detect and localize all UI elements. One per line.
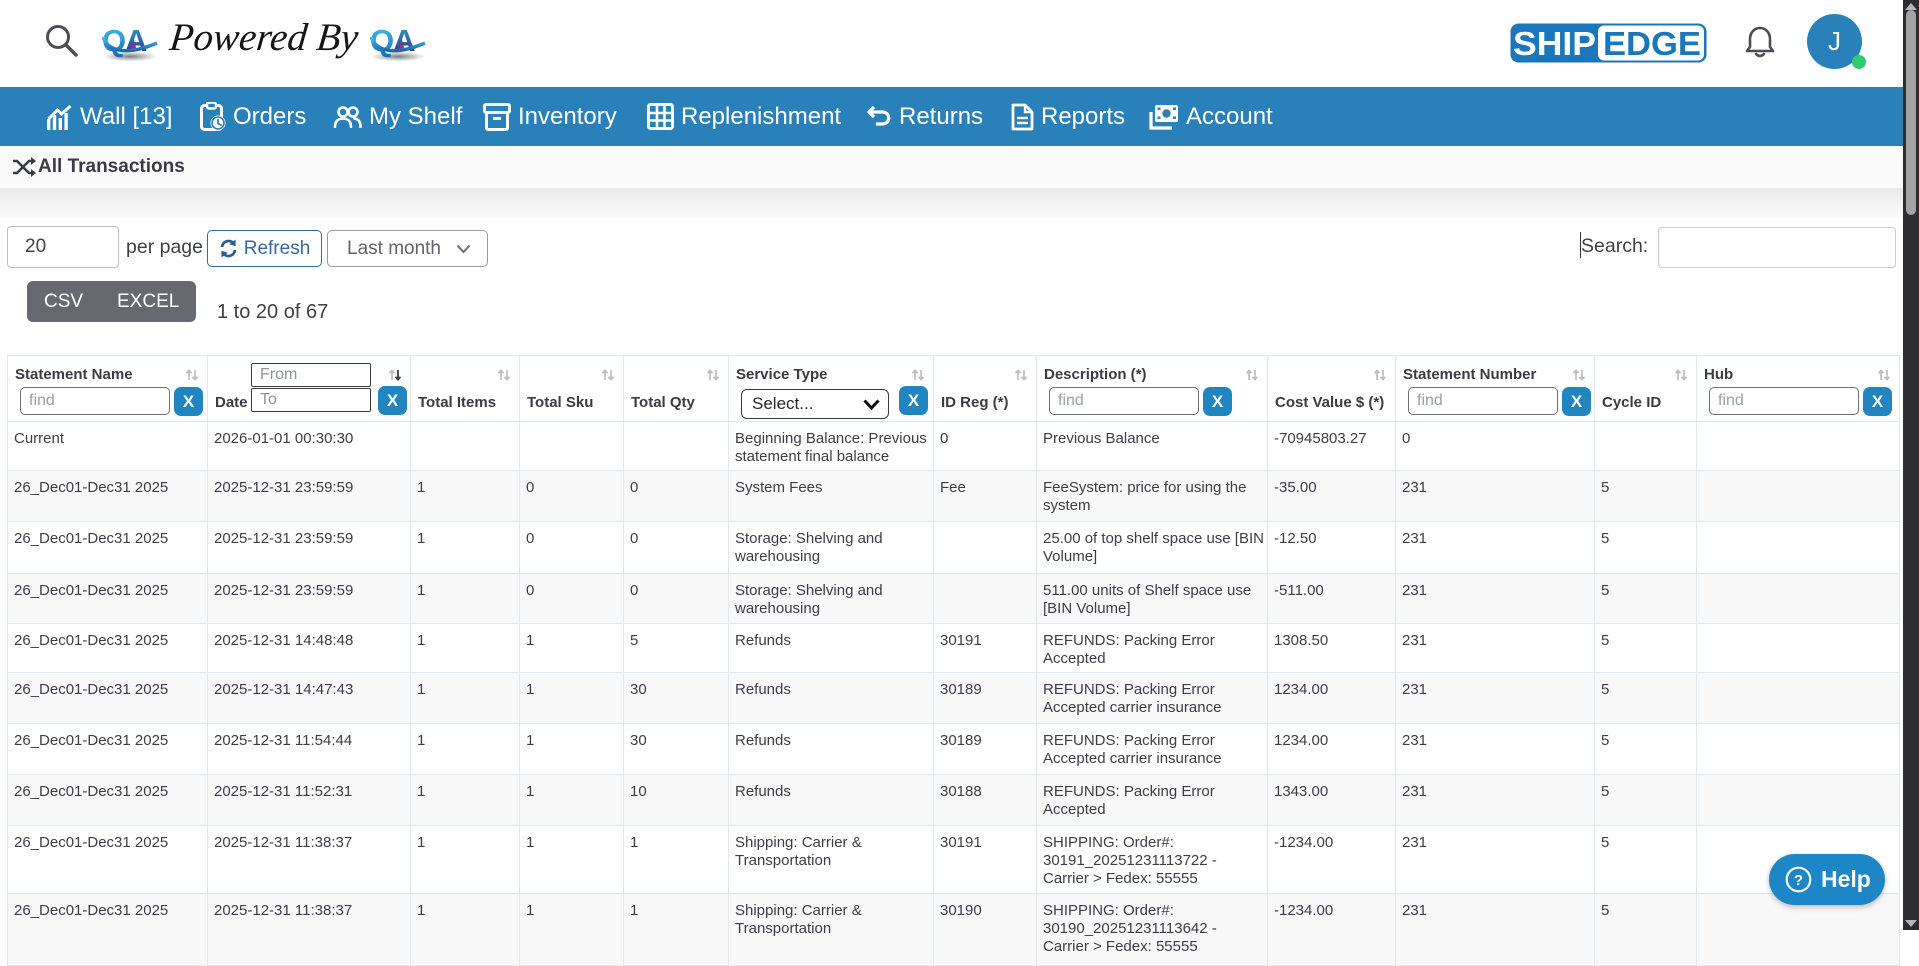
svg-text:SHIP: SHIP [1513,25,1596,62]
svg-text:A: A [393,23,415,58]
svg-text:EDGE: EDGE [1603,25,1701,62]
svg-text:?: ? [1794,872,1803,889]
svg-text:A: A [125,23,147,58]
